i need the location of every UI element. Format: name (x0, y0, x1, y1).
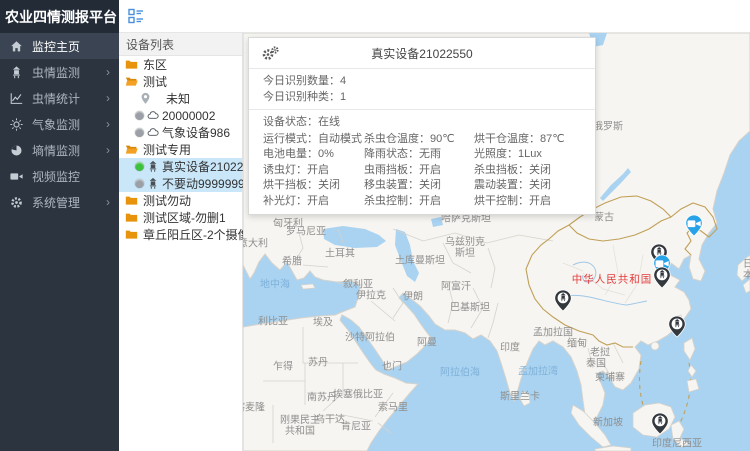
sidebar-item-lamp[interactable]: 虫情监测› (0, 59, 119, 85)
device-tree: 东区测试未知 20000002气象设备986测试专用真实设备21022550不要动… (119, 56, 242, 243)
chart-icon (10, 92, 23, 105)
popup-field: 补光灯：开启 (263, 194, 364, 209)
popup-field: 诱虫灯：开启 (263, 163, 364, 178)
popup-field: 震动装置：关闭 (474, 178, 595, 193)
popup-summary: 今日识别数量：4今日识别种类：1 (249, 69, 595, 110)
tree-folder[interactable]: 测试专用 (119, 141, 242, 158)
sidebar-item-gear[interactable]: 系统管理› (0, 189, 119, 215)
popup-device-title: 真实设备21022550 (249, 45, 595, 62)
sun-icon (10, 118, 23, 131)
tree-folder[interactable]: 章丘阳丘区-2个摄像头 (119, 226, 242, 243)
home-icon (10, 40, 23, 53)
insect-lamp-icon (147, 177, 159, 190)
sidebar-item-globe[interactable]: 墒情监测› (0, 137, 119, 163)
status-dot-gray (135, 179, 144, 188)
tree-folder[interactable]: 测试勿动 (119, 192, 242, 209)
device-list-header: 设备列表 (119, 33, 242, 56)
folder-open-icon (125, 75, 138, 88)
settings-gears-icon[interactable] (262, 46, 279, 61)
gear-icon (10, 196, 23, 209)
popup-field: 运行模式：自动模式 (263, 132, 364, 147)
folder-closed-icon (125, 194, 138, 207)
tree-label: 气象设备986 (162, 124, 230, 141)
chevron-right-icon: › (106, 65, 110, 79)
cloud-icon (147, 126, 159, 139)
sidebar-item-label: 虫情统计 (32, 90, 106, 107)
popup-field: 光照度：1Lux (474, 147, 595, 162)
folder-closed-icon (125, 58, 138, 71)
popup-field: 移虫装置：关闭 (364, 178, 474, 193)
tree-label: 测试专用 (143, 141, 191, 158)
tree-device[interactable]: 真实设备21022550 (119, 158, 242, 175)
status-dot-gray (135, 128, 144, 137)
popup-field: 杀虫仓温度：90℃ (364, 132, 474, 147)
sidebar: 农业四情测报平台 监控主页虫情监测›虫情统计›气象监测›墒情监测›视频监控系统管… (0, 0, 119, 451)
cloud-icon (147, 109, 159, 122)
popup-header: 真实设备21022550 (249, 38, 595, 69)
device-marker[interactable] (668, 315, 686, 338)
sidebar-item-label: 虫情监测 (32, 64, 106, 81)
sidebar-item-label: 视频监控 (32, 168, 119, 185)
layout-list-icon[interactable] (128, 8, 144, 24)
folder-open-icon (125, 143, 138, 156)
popup-field: 烘干控制：开启 (474, 194, 595, 209)
chevron-right-icon: › (106, 91, 110, 105)
status-dot-green (135, 162, 144, 171)
popup-grid: 运行模式：自动模式杀虫仓温度：90℃烘干仓温度：87℃ 电池电量：0%降雨状态：无… (249, 130, 595, 214)
tree-device[interactable]: 不要动99999999 (119, 175, 242, 192)
globe-icon (10, 144, 23, 157)
topbar (119, 0, 750, 33)
sidebar-item-home[interactable]: 监控主页 (0, 33, 119, 59)
tree-label: 测试勿动 (143, 192, 191, 209)
insect-lamp-icon (147, 160, 159, 173)
popup-field: 杀虫控制：开启 (364, 194, 474, 209)
chevron-right-icon: › (106, 117, 110, 131)
chevron-right-icon: › (106, 143, 110, 157)
chevron-right-icon: › (106, 195, 110, 209)
sidebar-menu: 监控主页虫情监测›虫情统计›气象监测›墒情监测›视频监控系统管理› (0, 33, 119, 215)
tree-label: 20000002 (162, 109, 215, 123)
popup-field: 虫雨挡板：开启 (364, 163, 474, 178)
popup-field: 降雨状态：无雨 (364, 147, 474, 162)
tree-folder[interactable]: 测试 (119, 73, 242, 90)
sidebar-item-label: 系统管理 (32, 194, 106, 211)
popup-detail: 设备状态：在线 运行模式：自动模式杀虫仓温度：90℃烘干仓温度：87℃ 电池电量：… (249, 110, 595, 214)
tree-label: 测试 (143, 73, 167, 90)
tree-folder[interactable]: 测试区域-勿删1 (119, 209, 242, 226)
device-marker[interactable] (651, 412, 669, 435)
sidebar-item-label: 监控主页 (32, 38, 119, 55)
tree-label: 未知 (166, 90, 190, 107)
popup-field: 烘干挡板：关闭 (263, 178, 364, 193)
popup-field: 电池电量：0% (263, 147, 364, 162)
sidebar-item-chart[interactable]: 虫情统计› (0, 85, 119, 111)
sidebar-item-label: 气象监测 (32, 116, 106, 133)
map-pin-icon (139, 92, 152, 105)
video-icon (10, 170, 23, 183)
sidebar-item-sun[interactable]: 气象监测› (0, 111, 119, 137)
device-marker[interactable] (653, 266, 671, 289)
tree-folder[interactable]: 东区 (119, 56, 242, 73)
tree-device[interactable]: 20000002 (119, 107, 242, 124)
tree-device[interactable]: 气象设备986 (119, 124, 242, 141)
popup-field: 杀虫挡板：关闭 (474, 163, 595, 178)
tree-label: 不要动99999999 (162, 175, 251, 192)
device-marker[interactable] (554, 289, 572, 312)
device-info-popup: 真实设备21022550 今日识别数量：4今日识别种类：1 设备状态：在线 运行… (248, 37, 596, 215)
lamp-icon (10, 66, 23, 79)
folder-closed-icon (125, 228, 138, 241)
popup-summary-line: 今日识别数量：4 (263, 73, 595, 89)
device-list-panel: 设备列表 东区测试未知 20000002气象设备986测试专用真实设备210225… (119, 33, 243, 451)
sidebar-item-label: 墒情监测 (32, 142, 106, 159)
tree-device[interactable]: 未知 (119, 90, 242, 107)
popup-field: 烘干仓温度：87℃ (474, 132, 595, 147)
popup-summary-line: 今日识别种类：1 (263, 89, 595, 105)
sidebar-item-video[interactable]: 视频监控 (0, 163, 119, 189)
folder-closed-icon (125, 211, 138, 224)
camera-marker[interactable] (685, 214, 703, 237)
status-dot-gray (135, 111, 144, 120)
tree-label: 测试区域-勿删1 (143, 209, 226, 226)
tree-label: 东区 (143, 56, 167, 73)
app-title: 农业四情测报平台 (0, 0, 119, 33)
device-status-line: 设备状态：在线 (249, 110, 595, 130)
